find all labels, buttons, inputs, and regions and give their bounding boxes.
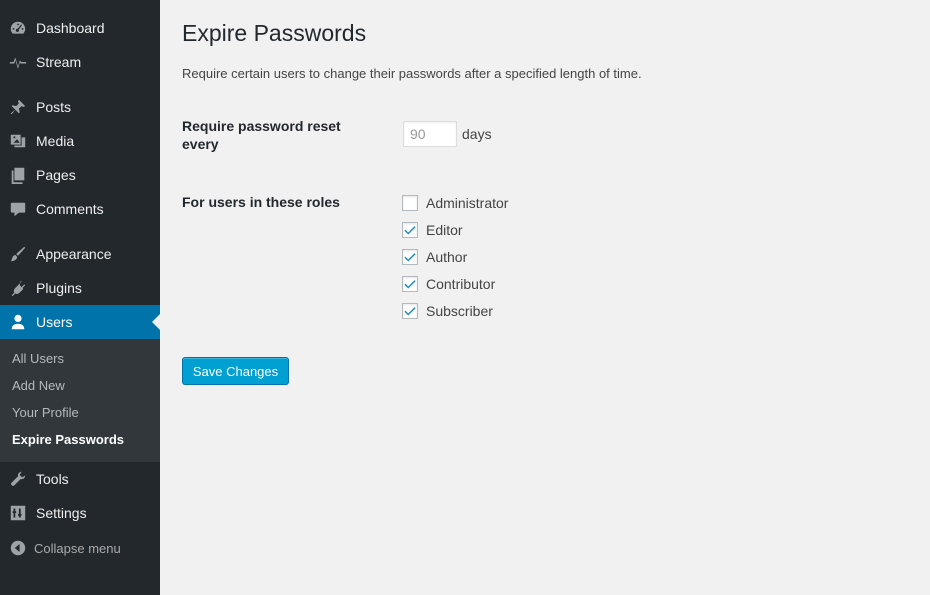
submenu-item-your-profile[interactable]: Your Profile (12, 405, 79, 420)
sidebar-item-pages[interactable]: Pages (0, 158, 160, 192)
wrench-icon (9, 470, 27, 488)
role-editor[interactable]: Editor (402, 222, 463, 238)
sidebar-item-label: Tools (36, 471, 69, 487)
sidebar-item-media[interactable]: Media (0, 124, 160, 158)
media-icon (9, 132, 27, 150)
sidebar-item-tools[interactable]: Tools (0, 462, 160, 496)
pulse-icon (9, 53, 27, 71)
days-suffix: days (462, 126, 492, 142)
sidebar-item-users[interactable]: Users (0, 305, 160, 339)
sidebar-item-label: Users (36, 314, 73, 330)
plugin-icon (9, 279, 27, 297)
role-label: Contributor (426, 276, 496, 292)
role-subscriber[interactable]: Subscriber (402, 303, 493, 319)
sidebar-item-label: Comments (36, 201, 104, 217)
sidebar-item-appearance[interactable]: Appearance (0, 237, 160, 271)
sidebar-item-comments[interactable]: Comments (0, 192, 160, 226)
brush-icon (9, 245, 27, 263)
role-label: Author (426, 249, 468, 265)
pages-icon (9, 166, 27, 184)
checkmark-icon (404, 253, 416, 262)
page-description: Require certain users to change their pa… (182, 66, 642, 81)
sidebar-item-plugins[interactable]: Plugins (0, 271, 160, 305)
sidebar-item-stream[interactable]: Stream (0, 45, 160, 79)
collapse-arrow-icon (10, 540, 26, 556)
checkmark-icon (404, 280, 416, 289)
collapse-menu-label: Collapse menu (34, 540, 121, 556)
checkbox[interactable] (402, 195, 418, 211)
sidebar-item-label: Plugins (36, 280, 82, 296)
role-label: Editor (426, 222, 463, 238)
dashboard-icon (9, 19, 27, 37)
settings-icon (9, 504, 27, 522)
submenu-item-add-new[interactable]: Add New (12, 378, 65, 393)
active-indicator (152, 314, 160, 330)
role-label: Administrator (426, 195, 509, 211)
save-changes-button[interactable]: Save Changes (182, 357, 289, 385)
users-submenu: All Users Add New Your Profile Expire Pa… (0, 339, 160, 462)
sidebar-item-settings[interactable]: Settings (0, 496, 160, 530)
sidebar-item-label: Posts (36, 99, 72, 115)
user-icon (9, 313, 27, 331)
sidebar-item-label: Pages (36, 167, 76, 183)
sidebar-item-label: Settings (36, 505, 87, 521)
sidebar-item-dashboard[interactable]: Dashboard (0, 11, 160, 45)
role-administrator[interactable]: Administrator (402, 195, 508, 211)
admin-sidebar: Dashboard Stream Posts Media Pages Comme… (0, 0, 160, 595)
checkmark-icon (404, 226, 416, 235)
comment-icon (9, 200, 27, 218)
sidebar-item-label: Appearance (36, 246, 112, 262)
sidebar-item-label: Dashboard (36, 20, 105, 36)
checkbox[interactable] (402, 222, 418, 238)
sidebar-item-label: Stream (36, 54, 82, 70)
checkmark-icon (404, 307, 416, 316)
role-label: Subscriber (426, 303, 493, 319)
sidebar-item-label: Media (36, 133, 75, 149)
roles-label: For users in these roles (182, 194, 340, 210)
checkbox[interactable] (402, 303, 418, 319)
sidebar-item-posts[interactable]: Posts (0, 90, 160, 124)
role-contributor[interactable]: Contributor (402, 276, 495, 292)
pin-icon (9, 98, 27, 116)
checkbox[interactable] (402, 276, 418, 292)
days-input[interactable] (403, 121, 457, 147)
reset-interval-label: Require password reset every (182, 118, 341, 152)
submenu-item-expire-passwords[interactable]: Expire Passwords (12, 432, 124, 447)
role-author[interactable]: Author (402, 249, 467, 265)
collapse-menu-button[interactable]: Collapse menu (0, 536, 160, 560)
submenu-item-all-users[interactable]: All Users (12, 351, 64, 366)
page-title: Expire Passwords (182, 20, 367, 46)
checkbox[interactable] (402, 249, 418, 265)
